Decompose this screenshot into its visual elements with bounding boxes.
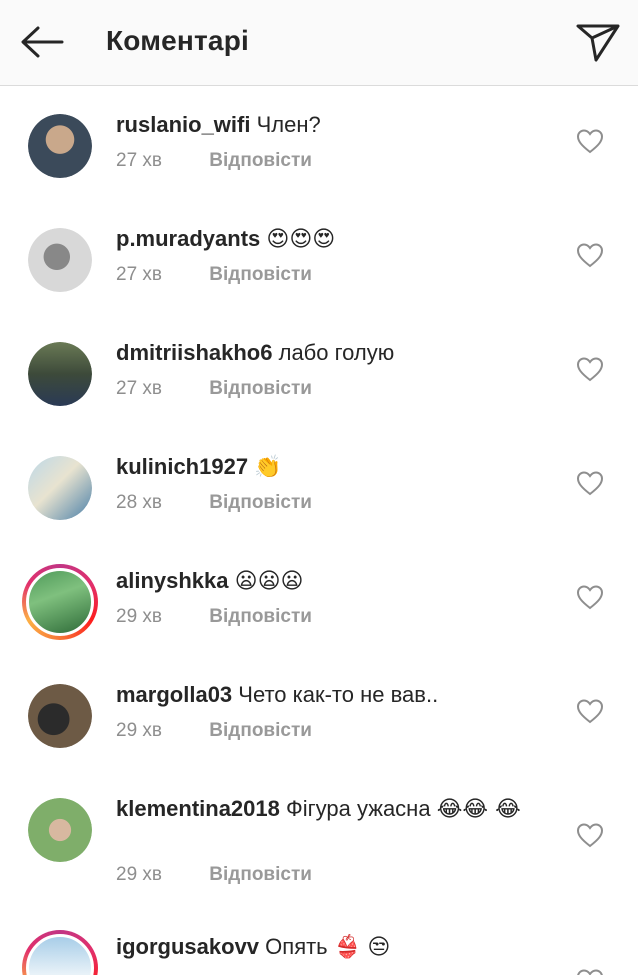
avatar[interactable] — [28, 684, 92, 748]
avatar-story-ring[interactable] — [22, 564, 98, 640]
bikini-emoji: 👙 — [333, 935, 362, 960]
heart-icon — [576, 243, 604, 268]
comment-time: 29 хв — [116, 606, 163, 627]
comment-time: 29 хв — [116, 720, 163, 741]
comment-username[interactable]: klementina2018 — [116, 796, 280, 821]
heart-icon — [577, 969, 603, 975]
back-button[interactable] — [18, 22, 66, 62]
heart-icon — [576, 129, 604, 154]
comment-text: Чето как-то не вав.. — [238, 682, 439, 707]
avatar — [26, 934, 94, 975]
avatar[interactable] — [28, 342, 92, 406]
comment-username[interactable]: kulinich1927 — [116, 454, 248, 479]
avatar-story-ring[interactable] — [22, 930, 98, 975]
like-button[interactable] — [576, 242, 604, 268]
tears-of-joy-emoji: 😂😂 😂 — [436, 797, 521, 822]
comment-username[interactable]: margolla03 — [116, 682, 232, 707]
comment-text: Член? — [256, 112, 321, 137]
comment-username[interactable]: dmitriishakho6 — [116, 340, 272, 365]
clapping-hand-emoji: 👏 — [254, 455, 282, 480]
like-button[interactable] — [576, 470, 604, 496]
comment-time: 29 хв — [116, 864, 163, 885]
reply-button[interactable]: Відповісти — [209, 606, 312, 627]
heart-eyes-emoji: 😍😍😍 — [266, 227, 336, 252]
reply-button[interactable]: Відповісти — [209, 864, 312, 885]
top-bar: Коментарі — [0, 0, 638, 86]
arrow-left-icon — [21, 26, 64, 58]
page-title: Коментарі — [106, 25, 249, 56]
avatar[interactable] — [28, 114, 92, 178]
reply-button[interactable]: Відповісти — [209, 720, 312, 741]
heart-icon — [576, 699, 604, 724]
like-button[interactable] — [576, 822, 604, 848]
avatar — [26, 568, 94, 636]
heart-icon — [576, 585, 604, 610]
reply-button[interactable]: Відповісти — [209, 492, 312, 513]
comment-username[interactable]: igorgusakovv — [116, 934, 259, 959]
reply-button[interactable]: Відповісти — [209, 150, 312, 171]
comment-username[interactable]: ruslanio_wifi — [116, 112, 250, 137]
paper-plane-icon — [576, 24, 620, 62]
unamused-emoji: 😒 — [367, 935, 391, 960]
heart-icon — [576, 357, 604, 382]
reply-button[interactable]: Відповісти — [209, 264, 312, 285]
comment-text: лабо голую — [278, 340, 395, 365]
comment-time: 27 хв — [116, 150, 163, 171]
like-button[interactable] — [576, 698, 604, 724]
like-button[interactable] — [576, 356, 604, 382]
heart-icon — [576, 823, 604, 848]
avatar[interactable] — [28, 798, 92, 862]
like-button[interactable] — [576, 584, 604, 610]
comment-username[interactable]: alinyshkka — [116, 568, 229, 593]
comment-username[interactable]: p.muradyants — [116, 226, 260, 251]
like-button[interactable] — [576, 968, 604, 975]
comment-time: 28 хв — [116, 492, 163, 513]
like-button[interactable] — [576, 128, 604, 154]
avatar[interactable] — [28, 456, 92, 520]
comment-text: Фігура ужасна — [286, 796, 431, 821]
direct-message-button[interactable] — [574, 20, 622, 64]
comment-text: Опять — [265, 934, 328, 959]
comment-time: 27 хв — [116, 378, 163, 399]
heart-icon — [576, 471, 604, 496]
avatar[interactable] — [28, 228, 92, 292]
reply-button[interactable]: Відповісти — [209, 378, 312, 399]
comment-time: 27 хв — [116, 264, 163, 285]
frowning-emoji: 😦😦😦 — [234, 569, 304, 594]
